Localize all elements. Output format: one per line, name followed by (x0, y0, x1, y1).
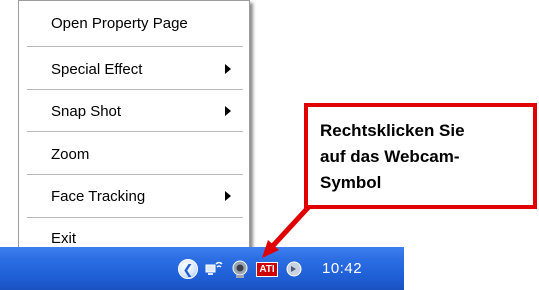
callout-line: Rechtsklicken Sie (320, 121, 465, 140)
callout-line: auf das Webcam- (320, 147, 460, 166)
callout-line: Symbol (320, 173, 382, 192)
annotation-callout: Rechtsklicken Sie auf das Webcam- Symbol (304, 103, 537, 209)
